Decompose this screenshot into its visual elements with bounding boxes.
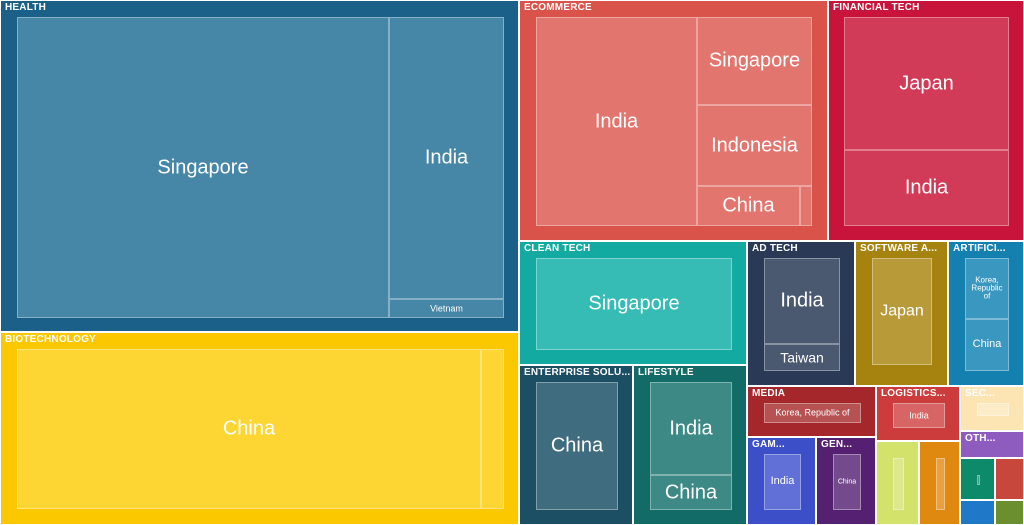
sector-label: ARTIFICI...	[953, 243, 1006, 254]
cell-label: India	[594, 110, 639, 132]
treemap-cell[interactable]: China	[697, 186, 800, 226]
cell-label: Indonesia	[711, 134, 798, 156]
sector-label: AD TECH	[752, 243, 798, 254]
cell-label: Korea, Republic of	[775, 407, 850, 418]
sector-sector-16[interactable]	[876, 441, 919, 525]
sector-gam[interactable]: GAM... India	[747, 437, 816, 525]
sector-biotechnology[interactable]: BIOTECHNOLOGY China	[0, 332, 519, 525]
cell-label: China	[722, 194, 775, 217]
cell-label: India	[669, 417, 713, 439]
sector-sector-20[interactable]	[960, 500, 995, 525]
sector-ecommerce[interactable]: ECOMMERCE India Singapore Indonesia China	[519, 0, 828, 241]
cell-label: Singapore	[157, 156, 249, 178]
treemap-cell[interactable]: China	[965, 319, 1009, 371]
sector-oth[interactable]: OTH...	[960, 431, 1024, 458]
sector-lifestyle[interactable]: LIFESTYLE India China	[633, 365, 747, 525]
sector-label: GAM...	[752, 439, 785, 450]
treemap-cell[interactable]: Korea, Republic of	[965, 258, 1009, 319]
sector-sector-17[interactable]	[919, 441, 960, 525]
sector-label: ENTERPRISE SOLU...	[524, 367, 631, 378]
sector-label: SOFTWARE A...	[860, 243, 938, 254]
sector-health[interactable]: HEALTH Singapore India Vietnam	[0, 0, 519, 332]
sector-sector-18[interactable]	[960, 458, 995, 500]
treemap-cell[interactable]	[481, 349, 504, 509]
cell-label: China	[837, 478, 857, 486]
cell-label: Singapore	[708, 49, 801, 72]
cell-label: Korea, Republic of	[971, 274, 1003, 301]
treemap-cell[interactable]: Vietnam	[389, 299, 504, 318]
cell-label: Singapore	[588, 292, 680, 315]
sector-media[interactable]: MEDIA Korea, Republic of	[747, 386, 876, 437]
treemap-cell[interactable]	[936, 458, 945, 510]
treemap-cell[interactable]: India	[764, 258, 840, 344]
cell-label: India	[424, 146, 469, 169]
sector-label: GEN...	[821, 439, 853, 450]
sector-enterprise-solu[interactable]: ENTERPRISE SOLU... China	[519, 365, 633, 525]
treemap-cell[interactable]: China	[536, 382, 618, 510]
treemap-cell[interactable]: India	[536, 17, 697, 226]
treemap-cell[interactable]	[977, 403, 1009, 416]
sector-sector-19[interactable]	[995, 458, 1024, 500]
sector-label: OTH...	[965, 433, 996, 444]
treemap-cell[interactable]: Taiwan	[764, 344, 840, 371]
treemap-cell[interactable]	[977, 475, 980, 485]
treemap-cell[interactable]: Japan	[844, 17, 1009, 150]
cell-label: India	[909, 409, 929, 420]
treemap-cell[interactable]: India	[893, 403, 945, 428]
sector-clean-tech[interactable]: CLEAN TECH Singapore	[519, 241, 747, 365]
treemap-cell[interactable]	[893, 458, 904, 510]
treemap-cell[interactable]: Singapore	[17, 17, 389, 318]
sector-logistics[interactable]: LOGISTICS... India	[876, 386, 960, 441]
treemap-cell[interactable]: China	[17, 349, 481, 509]
treemap-cell[interactable]: India	[389, 17, 504, 299]
cell-label: Taiwan	[780, 349, 824, 366]
cell-label: China	[550, 434, 604, 457]
treemap-cell[interactable]	[800, 186, 812, 226]
treemap-cell[interactable]: Indonesia	[697, 105, 812, 186]
cell-label: India	[904, 176, 949, 199]
cell-label: Vietnam	[430, 302, 463, 313]
treemap-cell[interactable]: Korea, Republic of	[764, 403, 861, 423]
sector-sec[interactable]: SEC...	[960, 386, 1024, 431]
sector-sector-21[interactable]	[995, 500, 1024, 525]
cell-label: India	[770, 475, 795, 488]
sector-label: LOGISTICS...	[881, 388, 946, 399]
sector-ad-tech[interactable]: AD TECH India Taiwan	[747, 241, 855, 386]
cell-label: China	[222, 417, 276, 440]
sector-label: CLEAN TECH	[524, 243, 591, 254]
treemap-cell[interactable]: India	[764, 454, 801, 510]
treemap-cell[interactable]: China	[650, 475, 732, 510]
sector-label: SEC...	[965, 388, 996, 399]
treemap-cell[interactable]: Singapore	[697, 17, 812, 105]
treemap-cell[interactable]: India	[650, 382, 732, 475]
sector-label: ECOMMERCE	[524, 2, 592, 13]
treemap-cell[interactable]: India	[844, 150, 1009, 226]
sector-label: FINANCIAL TECH	[833, 2, 920, 13]
cell-label: China	[664, 481, 718, 503]
sector-software-a[interactable]: SOFTWARE A... Japan	[855, 241, 948, 386]
sector-label: MEDIA	[752, 388, 786, 399]
treemap-chart: HEALTH Singapore India Vietnam BIOTECHNOLOGY…	[0, 0, 1024, 525]
treemap-cell[interactable]: China	[833, 454, 861, 510]
sector-label: LIFESTYLE	[638, 367, 694, 378]
sector-gen[interactable]: GEN... China	[816, 437, 876, 525]
sector-artifici[interactable]: ARTIFICI... Korea, Republic of China	[948, 241, 1024, 386]
cell-label: China	[972, 338, 1002, 351]
treemap-cell[interactable]: Singapore	[536, 258, 732, 350]
treemap-cell[interactable]: Japan	[872, 258, 932, 365]
cell-label: Japan	[880, 302, 924, 320]
sector-financial-tech[interactable]: FINANCIAL TECH Japan India	[828, 0, 1024, 241]
sector-label: BIOTECHNOLOGY	[5, 334, 96, 345]
sector-label: HEALTH	[5, 2, 47, 13]
cell-label: Japan	[899, 72, 954, 94]
cell-label: India	[780, 289, 824, 312]
